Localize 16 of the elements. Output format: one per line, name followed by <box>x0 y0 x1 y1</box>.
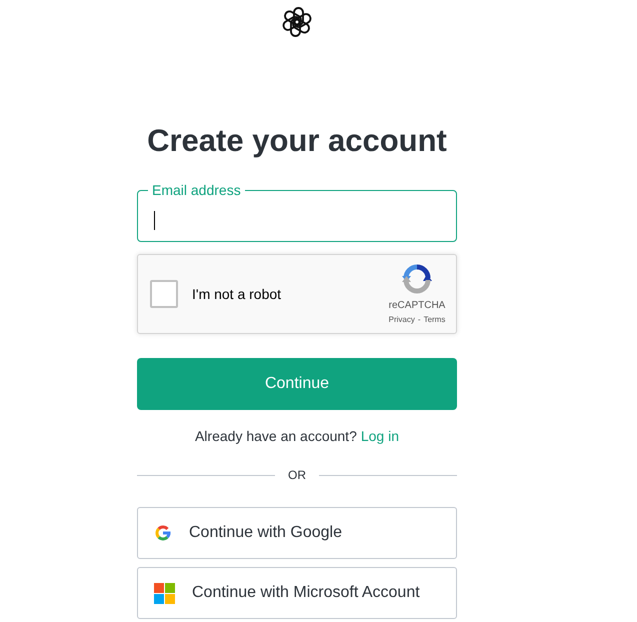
text-cursor-icon <box>154 210 155 230</box>
knot-logo-icon <box>281 6 313 38</box>
google-signin-button[interactable]: Continue with Google <box>137 507 457 559</box>
page-title: Create your account <box>147 123 447 159</box>
captcha-checkbox[interactable] <box>150 280 178 308</box>
privacy-link[interactable]: Privacy <box>388 314 415 326</box>
link-separator: - <box>418 314 421 326</box>
terms-link[interactable]: Terms <box>424 314 446 326</box>
microsoft-signin-button[interactable]: Continue with Microsoft Account <box>137 567 457 619</box>
four-squares-logo-icon <box>154 582 175 604</box>
google-g-icon <box>154 524 172 542</box>
captcha-label: I'm not a robot <box>192 286 282 302</box>
divider-label: OR <box>287 468 307 482</box>
recaptcha-logo-icon <box>401 263 433 295</box>
recaptcha-brand-text: reCAPTCHA <box>388 300 446 312</box>
signin-prompt: Already have an account? Log in <box>194 427 400 446</box>
